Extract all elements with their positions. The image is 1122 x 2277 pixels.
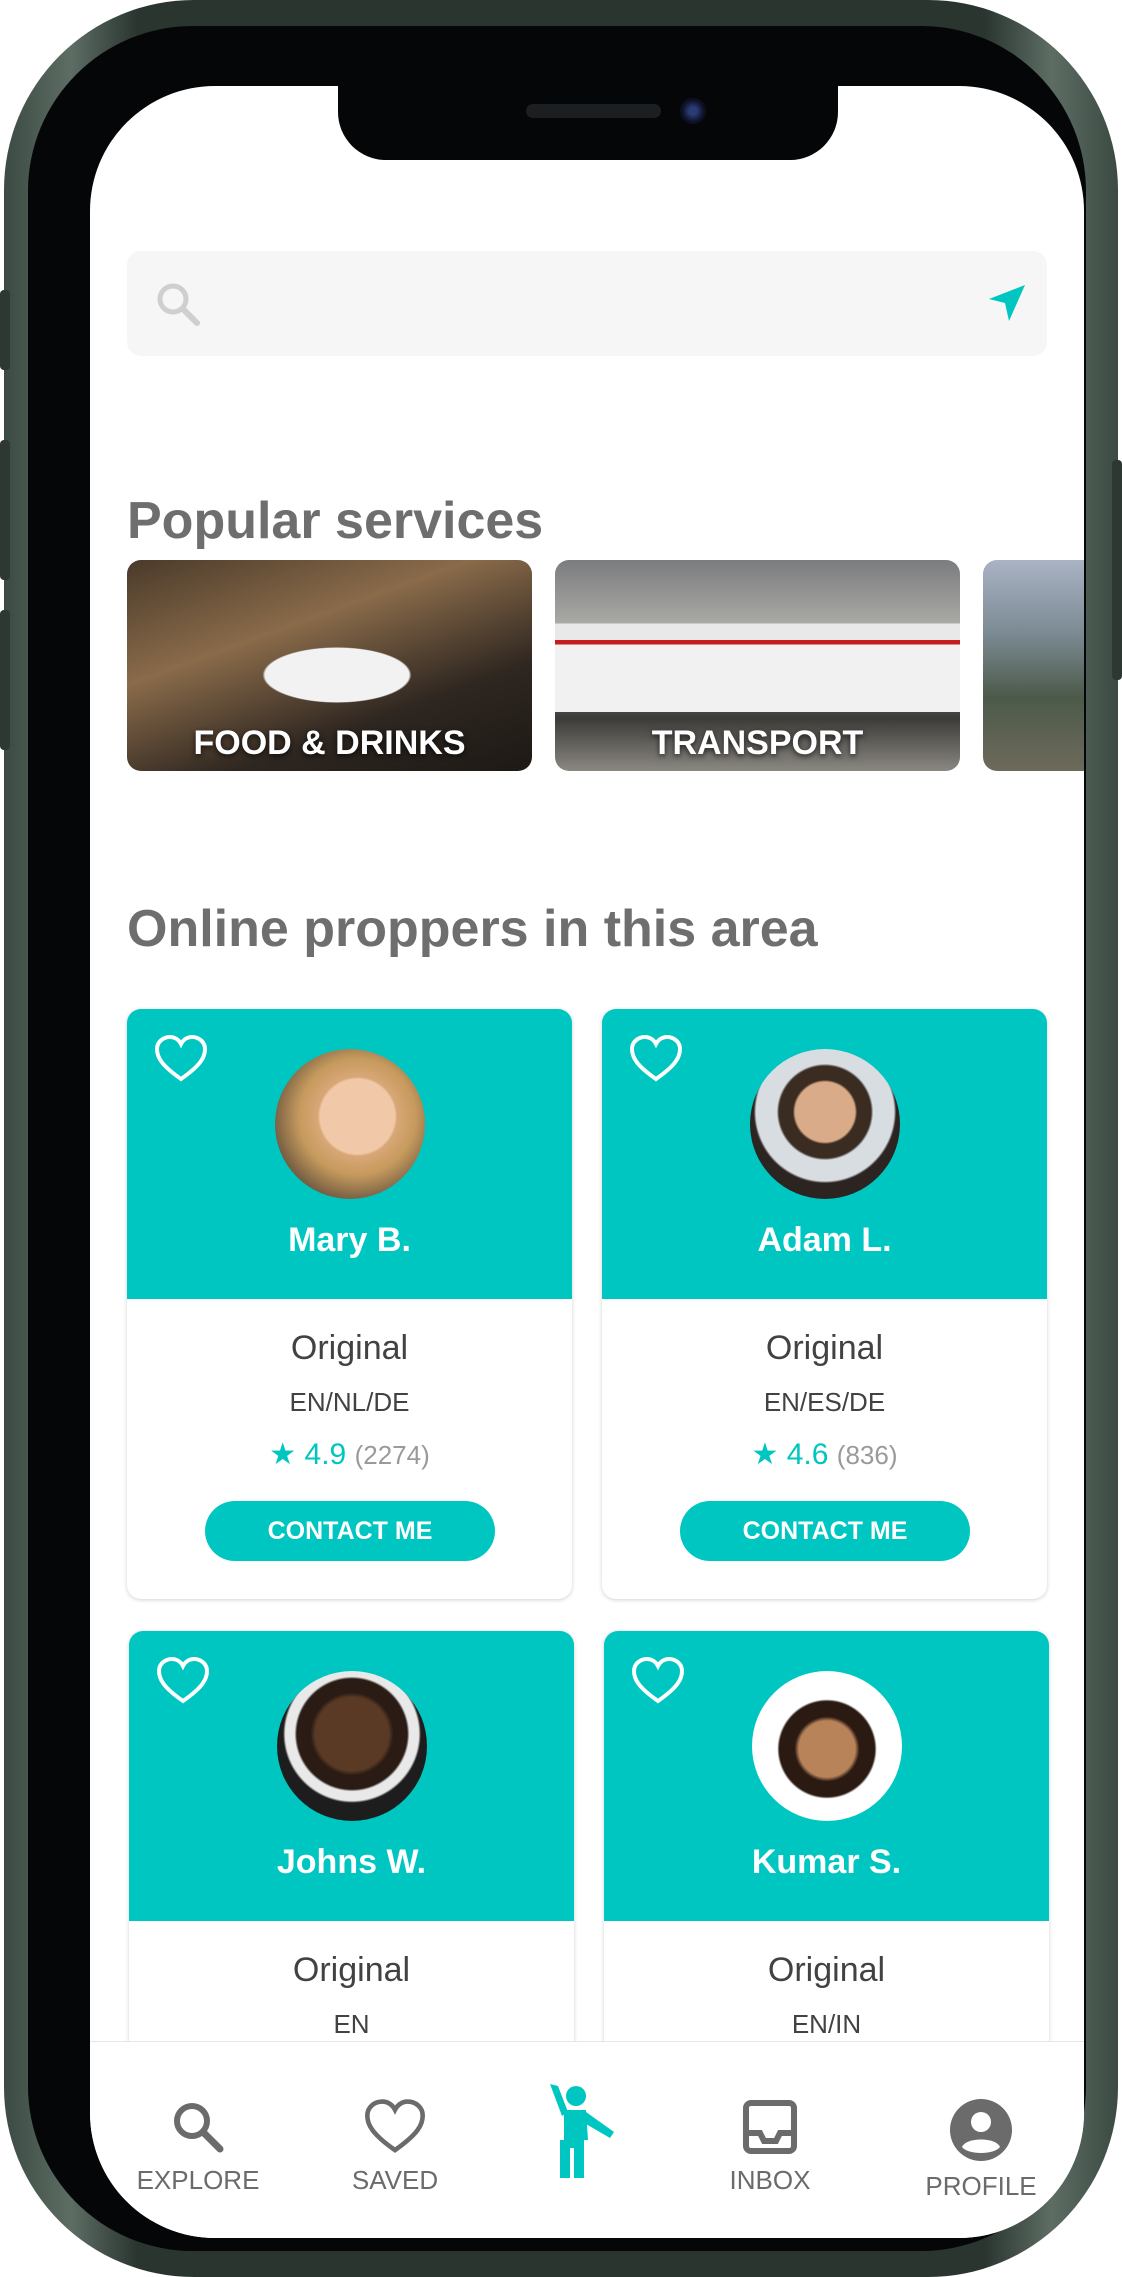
notch [338,86,838,160]
propper-tier: Original [290,1329,409,1367]
search-icon [157,283,200,326]
propper-tier: Original [767,1951,886,1989]
bottom-tab-bar: EXPLORE SAVED INBOX PROFILE [90,2041,1084,2238]
tab-profile[interactable]: PROFILE [896,2097,1066,2202]
avatar [750,1049,900,1199]
propper-tier: Original [292,1951,411,1989]
star-icon: ★ [269,1438,297,1471]
service-card-food-drinks[interactable]: FOOD & DRINKS [127,560,532,771]
propper-card[interactable]: Mary B. Original EN/NL/DE ★ 4.9 (2274) C… [127,1009,572,1599]
propper-name: Adam L. [757,1221,892,1259]
contact-me-button[interactable]: CONTACT ME [680,1501,970,1561]
online-proppers-title: Online proppers in this area [127,900,818,958]
service-card-outdoor[interactable] [983,560,1084,771]
tab-label: EXPLORE [136,2165,260,2195]
search-bar[interactable] [127,251,1047,356]
propper-languages: EN [333,2009,370,2039]
popular-services-title: Popular services [127,492,544,550]
front-camera [680,98,706,124]
propper-name: Mary B. [288,1221,411,1259]
propper-tier: Original [765,1329,884,1367]
tab-explore[interactable]: EXPLORE [113,2097,283,2196]
tab-label: SAVED [351,2165,439,2195]
contact-me-button[interactable]: CONTACT ME [205,1501,495,1561]
propper-languages: EN/IN [791,2009,862,2039]
heart-icon[interactable] [155,1035,207,1083]
search-icon [174,2103,224,2153]
heart-icon[interactable] [157,1657,209,1705]
side-button [0,290,10,370]
rating-value: 4.6 [786,1438,829,1471]
heart-icon[interactable] [632,1657,684,1705]
propper-rating: ★ 4.6 (836) [602,1437,1047,1472]
review-count: (2274) [354,1440,430,1470]
tab-saved[interactable]: SAVED [310,2097,480,2196]
review-count: (836) [836,1440,898,1470]
side-button [1112,460,1122,680]
propper-name: Kumar S. [751,1843,902,1881]
service-label: FOOD & DRINKS [193,724,466,762]
waving-person-icon [550,2084,614,2178]
location-arrow-icon[interactable] [985,281,1029,325]
tab-label: INBOX [729,2165,811,2195]
avatar [277,1671,427,1821]
side-button [0,610,10,750]
propper-languages: EN/ES/DE [763,1387,886,1417]
heart-icon[interactable] [630,1035,682,1083]
propper-card[interactable]: Adam L. Original EN/ES/DE ★ 4.6 (836) CO… [602,1009,1047,1599]
propper-name: Johns W. [276,1843,427,1881]
star-icon: ★ [751,1438,779,1471]
tab-inbox[interactable]: INBOX [685,2097,855,2196]
inbox-icon [743,2100,797,2154]
speaker-grille [526,104,661,118]
phone-bezel: Popular services FOOD & DRINKS TRANSPORT… [28,26,1086,2251]
propper-languages: EN/NL/DE [289,1387,410,1417]
service-label: TRANSPORT [651,724,864,762]
rating-value: 4.9 [304,1438,347,1471]
tab-proppers[interactable] [497,2082,667,2190]
side-button [0,440,10,580]
avatar [752,1671,902,1821]
profile-icon [950,2099,1012,2161]
tab-label: PROFILE [925,2171,1037,2201]
propper-rating: ★ 4.9 (2274) [127,1437,572,1472]
screen: Popular services FOOD & DRINKS TRANSPORT… [90,86,1084,2238]
heart-icon [365,2099,425,2153]
service-card-transport[interactable]: TRANSPORT [555,560,960,771]
avatar [275,1049,425,1199]
